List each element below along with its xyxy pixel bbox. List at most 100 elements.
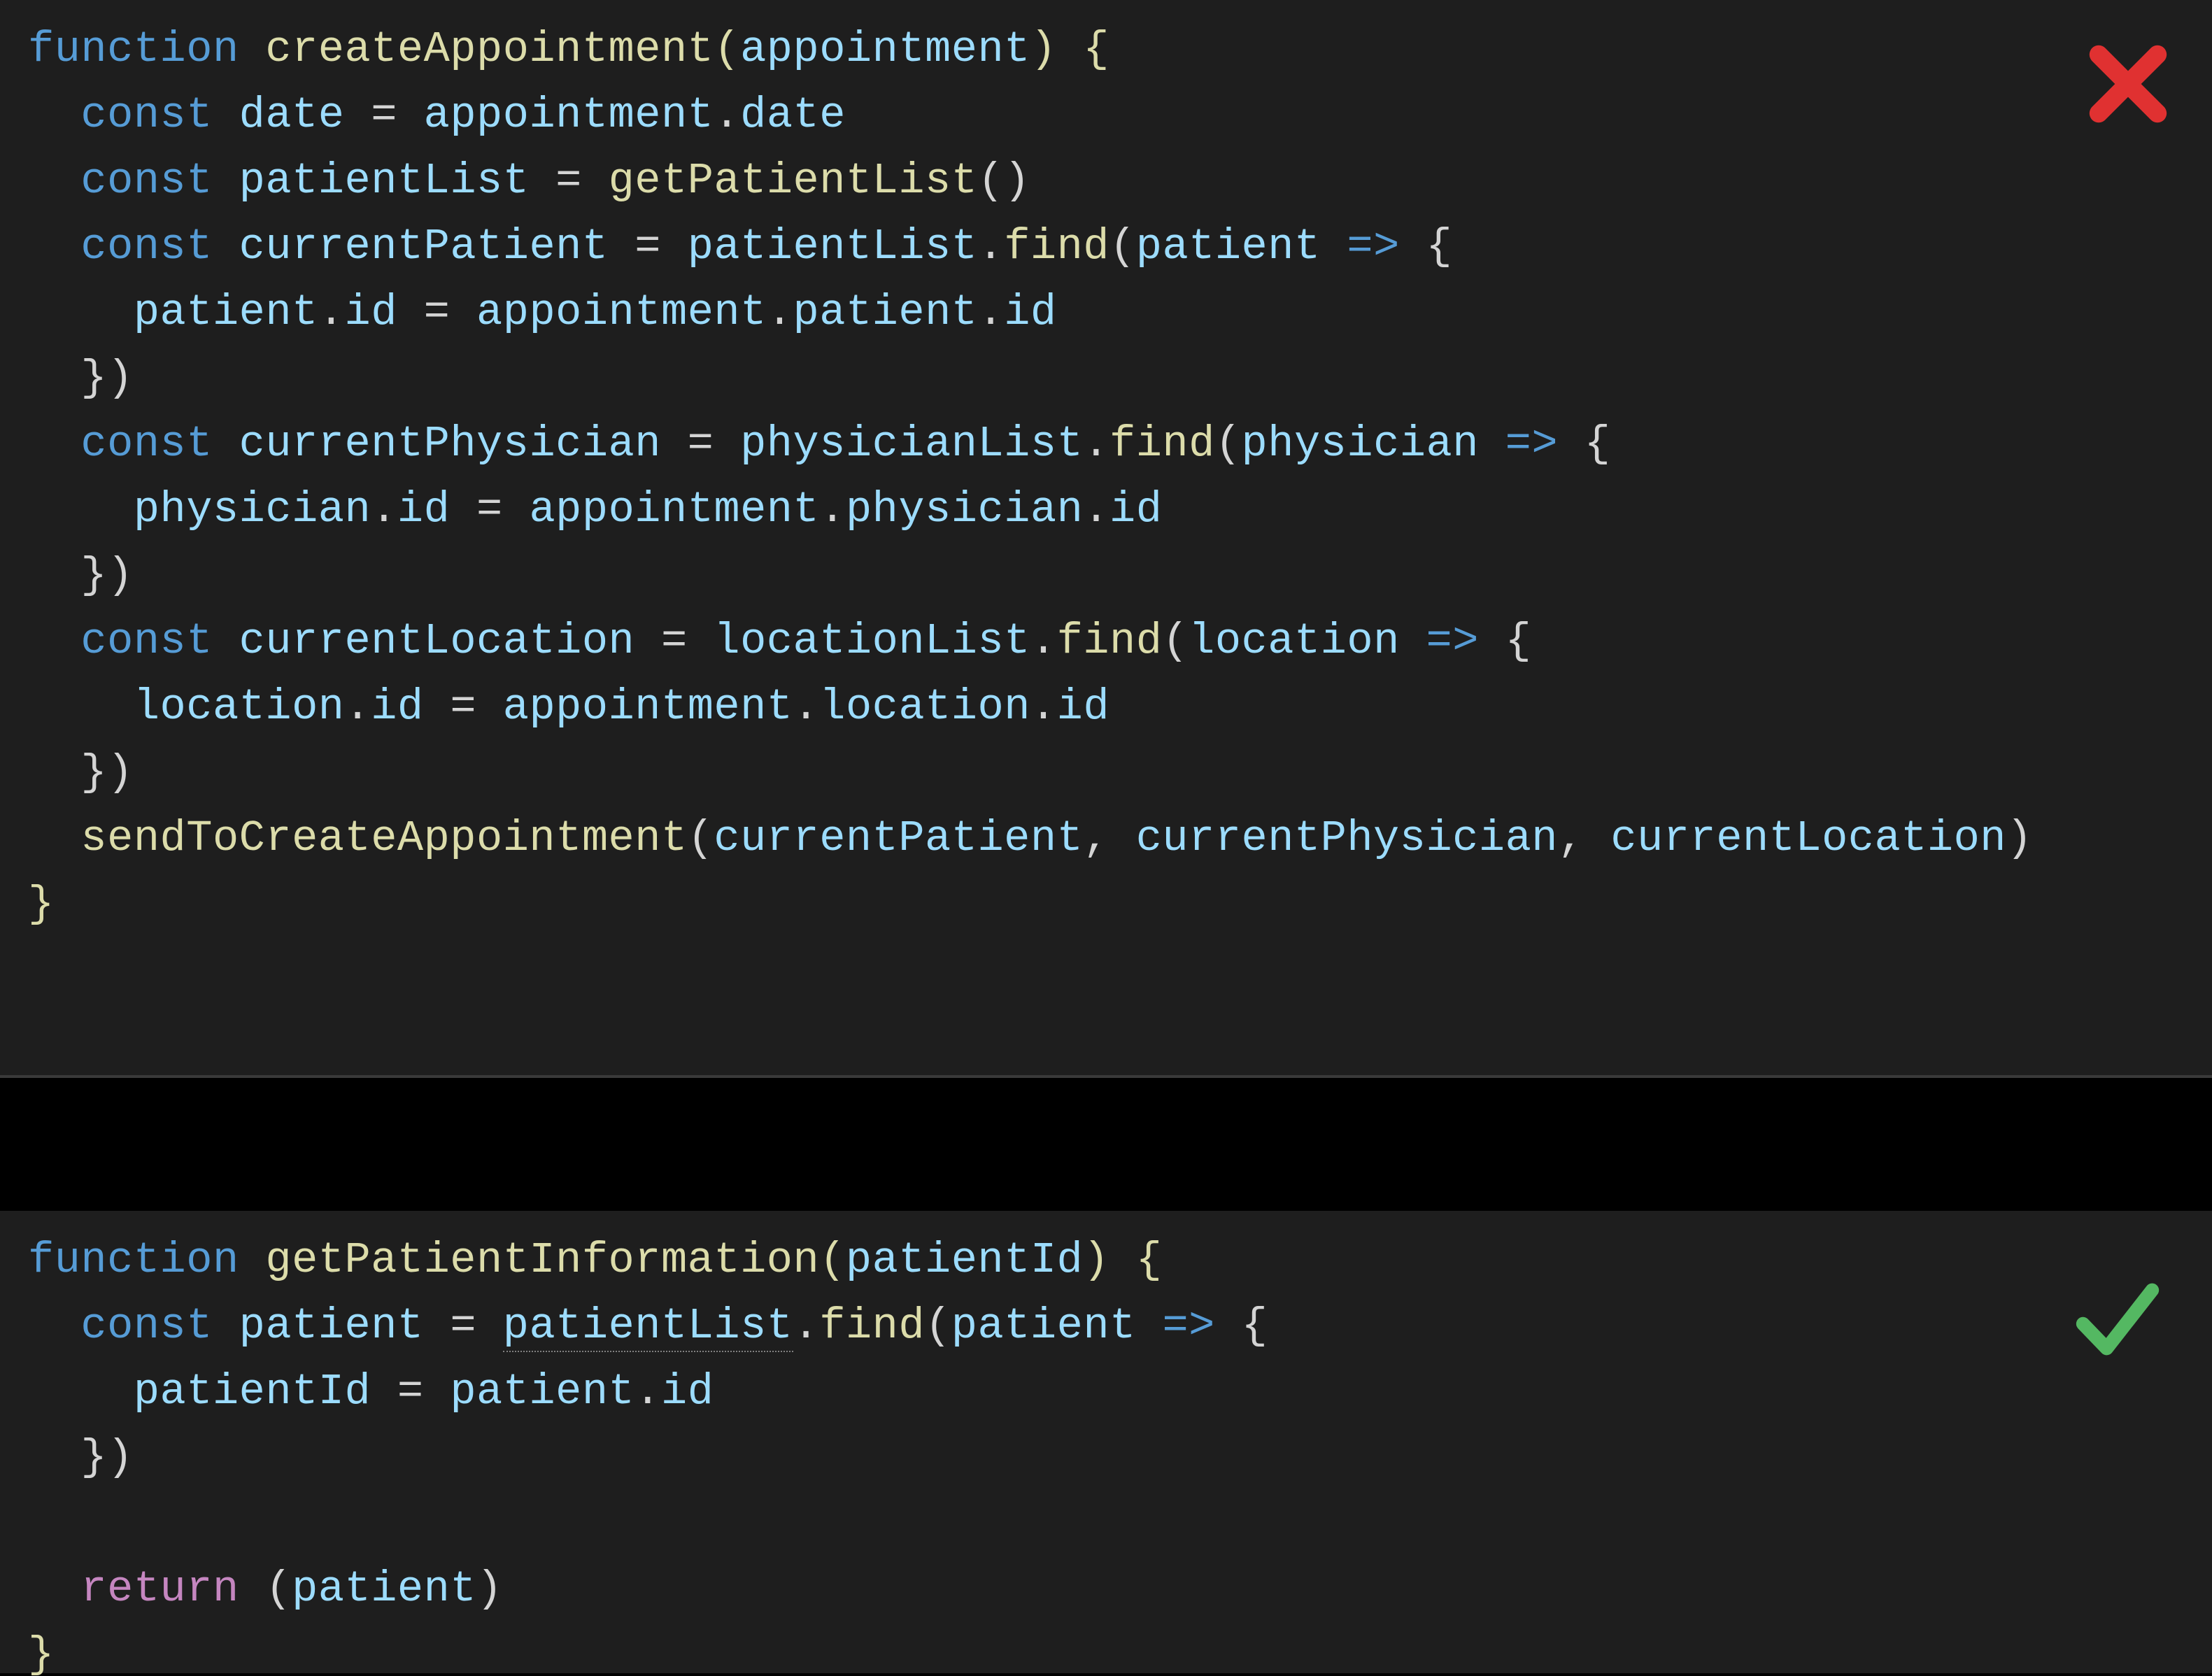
code-token: ( bbox=[688, 814, 714, 863]
code-token: return bbox=[80, 1564, 265, 1614]
code-token: . bbox=[634, 1367, 661, 1416]
code-token bbox=[28, 222, 80, 271]
code-token: locationList bbox=[714, 616, 1030, 666]
code-token: patientList bbox=[688, 222, 978, 271]
code-token bbox=[28, 485, 134, 534]
code-token: id bbox=[1109, 485, 1162, 534]
code-token: patient bbox=[450, 1367, 634, 1416]
code-token: }) bbox=[28, 551, 134, 600]
code-token: . bbox=[344, 682, 371, 732]
code-token: location bbox=[134, 682, 345, 732]
code-token: id bbox=[1004, 287, 1056, 337]
code-token bbox=[1400, 616, 1426, 666]
code-token: physicianList bbox=[740, 419, 1083, 469]
code-token: ) bbox=[1083, 1235, 1109, 1285]
code-token: appointment bbox=[740, 24, 1030, 74]
code-token: . bbox=[793, 682, 820, 732]
code-token: . bbox=[978, 287, 1005, 337]
code-token: const bbox=[80, 156, 239, 206]
code-token: ( bbox=[1215, 419, 1242, 469]
code-content-bottom[interactable]: function getPatientInformation(patientId… bbox=[28, 1228, 2184, 1676]
code-token bbox=[28, 1564, 80, 1614]
code-token: { bbox=[1479, 616, 1531, 666]
code-token: . bbox=[819, 485, 846, 534]
code-token: find bbox=[1004, 222, 1109, 271]
code-token: patientId bbox=[846, 1235, 1083, 1285]
code-token: = bbox=[397, 287, 476, 337]
code-token: currentPatient bbox=[239, 222, 609, 271]
code-token: . bbox=[714, 90, 740, 140]
code-token: ) bbox=[2006, 814, 2033, 863]
code-token bbox=[28, 156, 80, 206]
code-token bbox=[1136, 1301, 1163, 1351]
code-token: = bbox=[609, 222, 688, 271]
code-token: id bbox=[397, 485, 450, 534]
code-token: . bbox=[793, 1301, 820, 1351]
code-token bbox=[28, 90, 80, 140]
code-token: . bbox=[977, 222, 1004, 271]
code-token: currentLocation bbox=[239, 616, 635, 666]
code-token: = bbox=[424, 682, 503, 732]
code-token: ( bbox=[265, 1564, 292, 1614]
code-block-good[interactable]: function getPatientInformation(patientId… bbox=[0, 1211, 2212, 1673]
code-token: . bbox=[371, 485, 397, 534]
code-token: . bbox=[1030, 616, 1057, 666]
code-content-top[interactable]: function createAppointment(appointment) … bbox=[28, 17, 2184, 937]
code-token: id bbox=[661, 1367, 714, 1416]
code-token: ( bbox=[1162, 616, 1189, 666]
code-token: sendToCreateAppointment bbox=[80, 814, 687, 863]
code-token bbox=[28, 1367, 134, 1416]
code-token: physician bbox=[134, 485, 371, 534]
code-token: currentPhysician bbox=[1136, 814, 1558, 863]
code-token: date bbox=[239, 90, 345, 140]
check-icon bbox=[2072, 1274, 2163, 1368]
code-token: => bbox=[1347, 222, 1399, 271]
code-token: }) bbox=[28, 1433, 134, 1482]
code-token: ( bbox=[1109, 222, 1136, 271]
code-token: const bbox=[80, 222, 239, 271]
code-block-bad[interactable]: function createAppointment(appointment) … bbox=[0, 0, 2212, 1078]
code-token: ) bbox=[1030, 24, 1057, 74]
code-token: const bbox=[80, 419, 239, 469]
code-token: patient bbox=[239, 1301, 424, 1351]
code-token bbox=[28, 287, 134, 337]
code-token: id bbox=[1057, 682, 1109, 732]
code-token: const bbox=[80, 1301, 239, 1351]
code-token: , bbox=[1558, 814, 1610, 863]
code-token: physician bbox=[846, 485, 1083, 534]
code-token: . bbox=[1083, 485, 1109, 534]
code-token bbox=[28, 419, 80, 469]
code-token: => bbox=[1505, 419, 1558, 469]
code-token: patient bbox=[134, 287, 318, 337]
code-token: find bbox=[819, 1301, 925, 1351]
code-token: patientList bbox=[503, 1301, 793, 1352]
pane-divider bbox=[0, 1078, 2212, 1211]
code-token: appointment bbox=[476, 287, 767, 337]
code-token: patient bbox=[951, 1301, 1136, 1351]
code-token: location bbox=[1189, 616, 1400, 666]
code-token: ( bbox=[714, 24, 740, 74]
code-token: const bbox=[80, 90, 239, 140]
code-token: function bbox=[28, 1235, 265, 1285]
code-token: = bbox=[345, 90, 424, 140]
code-token: } bbox=[28, 879, 55, 929]
code-token: patient bbox=[292, 1564, 476, 1614]
code-token: = bbox=[450, 485, 529, 534]
code-token: { bbox=[1558, 419, 1610, 469]
code-token bbox=[1321, 222, 1347, 271]
code-token: appointment bbox=[424, 90, 714, 140]
code-token: () bbox=[977, 156, 1030, 206]
code-token bbox=[1479, 419, 1505, 469]
code-token: . bbox=[767, 287, 793, 337]
code-token: = bbox=[661, 419, 740, 469]
code-token: location bbox=[819, 682, 1030, 732]
code-token: find bbox=[1057, 616, 1163, 666]
code-token: = bbox=[634, 616, 714, 666]
code-token: getPatientList bbox=[609, 156, 978, 206]
code-token: { bbox=[1109, 1235, 1162, 1285]
code-token: = bbox=[529, 156, 608, 206]
code-token bbox=[28, 616, 80, 666]
code-token: appointment bbox=[503, 682, 793, 732]
cross-icon bbox=[2086, 42, 2170, 129]
code-token bbox=[28, 682, 134, 732]
